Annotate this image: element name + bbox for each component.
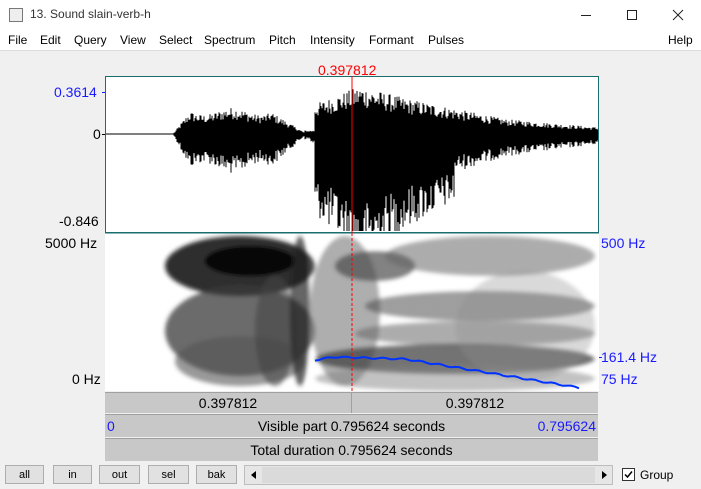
menu-divider (0, 50, 701, 51)
menu-file[interactable]: File (8, 33, 27, 47)
zoom-all-button[interactable]: all (5, 465, 44, 484)
scroll-right-button[interactable] (595, 466, 612, 484)
title-bar: 13. Sound slain-verb-h (0, 0, 701, 30)
visible-end: 0.795624 (537, 418, 596, 434)
pitch-current-label: 161.4 Hz (601, 349, 658, 365)
menu-formant[interactable]: Formant (369, 33, 414, 47)
zoom-out-button[interactable]: out (99, 465, 140, 484)
menu-bar: File Edit Query View Select Spectrum Pit… (0, 30, 701, 50)
spectrogram-panel (105, 233, 599, 391)
window-title: 13. Sound slain-verb-h (30, 7, 151, 21)
scroll-right-icon (601, 471, 607, 479)
minimize-button[interactable] (563, 0, 609, 30)
horizontal-scrollbar[interactable] (244, 465, 613, 485)
menu-intensity[interactable]: Intensity (310, 33, 355, 47)
total-duration-label: Total duration 0.795624 seconds (250, 442, 453, 458)
waveform-zero-label: 0 (93, 126, 101, 142)
scroll-left-icon (250, 471, 256, 479)
maximize-icon (627, 10, 637, 20)
scroll-thumb[interactable] (262, 467, 595, 483)
visible-part-label: Visible part 0.795624 seconds (257, 418, 446, 434)
pitch-bottom-label: 75 Hz (601, 371, 638, 387)
group-checkbox[interactable] (622, 468, 635, 481)
close-button[interactable] (655, 0, 701, 30)
menu-view[interactable]: View (120, 33, 146, 47)
right-segment-duration: 0.397812 (445, 395, 505, 411)
scroll-left-button[interactable] (245, 466, 262, 484)
menu-pitch[interactable]: Pitch (269, 33, 296, 47)
menu-pulses[interactable]: Pulses (428, 33, 464, 47)
app-icon (9, 8, 23, 22)
spectrogram-top-freq: 5000 Hz (45, 235, 98, 251)
left-segment-duration: 0.397812 (198, 395, 258, 411)
zoom-back-button[interactable]: bak (196, 465, 237, 484)
total-duration-bar[interactable]: Total duration 0.795624 seconds (105, 438, 598, 461)
zoom-selection-button[interactable]: sel (148, 465, 189, 484)
menu-query[interactable]: Query (74, 33, 107, 47)
checkmark-icon (624, 471, 633, 479)
menu-select[interactable]: Select (159, 33, 192, 47)
right-segment-bar[interactable]: 0.397812 (351, 392, 598, 413)
spectrogram-bottom-freq: 0 Hz (72, 371, 101, 387)
menu-edit[interactable]: Edit (40, 33, 61, 47)
maximize-button[interactable] (609, 0, 655, 30)
visible-part-bar[interactable]: 0 Visible part 0.795624 seconds 0.795624 (105, 414, 598, 437)
menu-spectrum[interactable]: Spectrum (204, 33, 255, 47)
close-icon (672, 9, 684, 21)
pitch-top-label: 500 Hz (601, 235, 646, 251)
menu-help[interactable]: Help (668, 33, 693, 47)
zoom-in-button[interactable]: in (53, 465, 92, 484)
waveform-min-label: -0.846 (59, 213, 99, 229)
waveform-max-label: 0.3614 (54, 84, 97, 100)
sound-display[interactable] (105, 76, 599, 392)
left-segment-bar[interactable]: 0.397812 (105, 392, 351, 413)
group-label: Group (640, 468, 674, 482)
minimize-icon (581, 15, 591, 16)
